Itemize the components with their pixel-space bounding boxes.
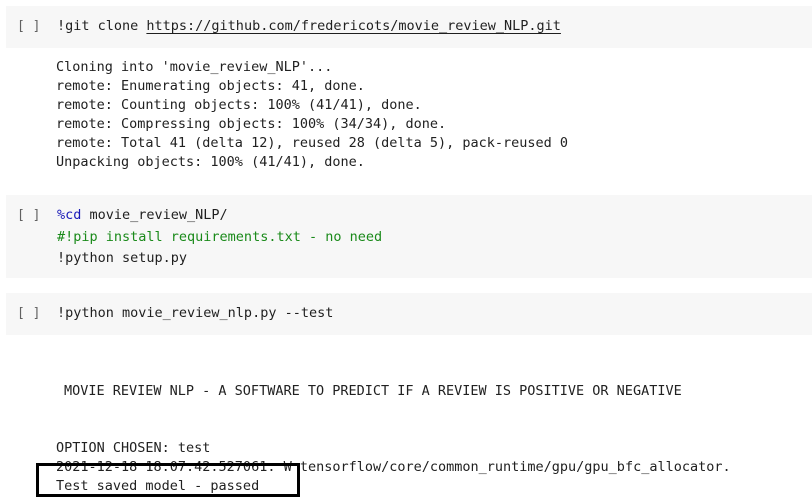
output-line: Unpacking objects: 100% (41/41), done. bbox=[56, 154, 365, 170]
output-line: remote: Counting objects: 100% (41/41), … bbox=[56, 97, 422, 113]
code-line-cd[interactable]: %cd movie_review_NLP/ bbox=[57, 207, 228, 223]
run-cell-button[interactable]: [ ] bbox=[17, 208, 40, 223]
output-line: remote: Compressing objects: 100% (34/34… bbox=[56, 116, 447, 132]
output-line: remote: Total 41 (delta 12), reused 28 (… bbox=[56, 135, 569, 151]
notebook-page: [ ] !git clone https://github.com/freder… bbox=[0, 0, 812, 504]
highlight-box bbox=[36, 463, 300, 497]
git-clone-command: !git clone bbox=[57, 18, 147, 34]
run-cell-button[interactable]: [ ] bbox=[17, 306, 40, 321]
cd-argument: movie_review_NLP/ bbox=[81, 207, 228, 223]
repo-url-link[interactable]: https://github.com/fredericots/movie_rev… bbox=[146, 18, 561, 34]
output-banner: MOVIE REVIEW NLP - A SOFTWARE TO PREDICT… bbox=[64, 383, 682, 399]
code-line-run-test[interactable]: !python movie_review_nlp.py --test bbox=[57, 305, 333, 321]
output-line: Cloning into 'movie_review_NLP'... bbox=[56, 59, 333, 75]
run-cell-button[interactable]: [ ] bbox=[17, 19, 40, 34]
code-line-comment[interactable]: #!pip install requirements.txt - no need bbox=[57, 229, 382, 245]
output-line: remote: Enumerating objects: 41, done. bbox=[56, 78, 365, 94]
output-option: OPTION CHOSEN: test bbox=[56, 440, 211, 456]
code-line-setup[interactable]: !python setup.py bbox=[57, 250, 187, 266]
code-line-git-clone[interactable]: !git clone https://github.com/fredericot… bbox=[57, 18, 561, 34]
magic-command: %cd bbox=[57, 207, 82, 223]
